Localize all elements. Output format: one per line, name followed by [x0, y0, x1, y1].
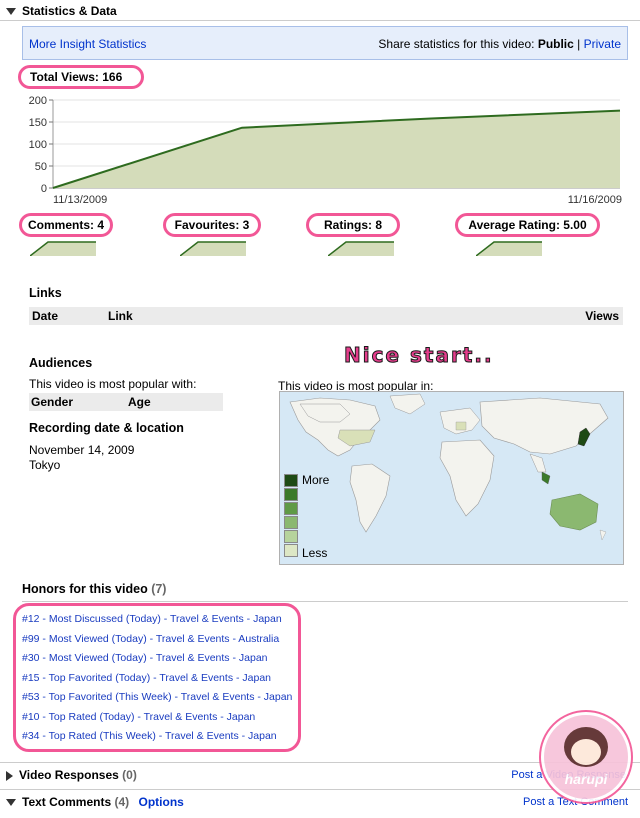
ratings-stat: Ratings: 8 [323, 218, 382, 232]
audiences-col-gender: Gender [31, 395, 74, 409]
legend-more-label: More [302, 473, 330, 487]
comments-stat: Comments: 4 [27, 218, 104, 232]
map-legend [284, 474, 298, 558]
annotation-text: Nice start.. [344, 343, 494, 368]
share-private-link[interactable]: Private [584, 37, 621, 51]
honor-link[interactable]: #53 - Top Favorited (This Week) - Travel… [22, 688, 292, 708]
legend-less-label: Less [302, 546, 328, 560]
y-tick-label: 100 [29, 139, 47, 151]
honor-link[interactable]: #15 - Top Favorited (Today) - Travel & E… [22, 669, 292, 689]
divider [0, 20, 640, 21]
collapse-triangle-icon[interactable] [6, 799, 16, 807]
share-statistics: Share statistics for this video: Public … [378, 37, 621, 51]
audiences-col-age: Age [128, 395, 151, 409]
recording-date: November 14, 2009 [29, 443, 135, 457]
text-comments-title: Text Comments [22, 795, 112, 809]
collapse-triangle-icon[interactable] [6, 8, 16, 16]
share-label: Share statistics for this video: [378, 37, 535, 51]
world-map: More Less [279, 391, 624, 565]
text-comments-count: (4) [114, 795, 130, 809]
links-col-date: Date [32, 309, 59, 323]
legend-swatch [284, 544, 298, 557]
honors-title-row: Honors for this video (7) [22, 582, 166, 596]
average-rating-stat: Average Rating: 5.00 [468, 218, 587, 232]
insight-bar: More Insight Statistics Share statistics… [22, 26, 628, 60]
audiences-table-header: Gender Age [29, 393, 223, 411]
watermark-character-face [571, 739, 601, 765]
stats-section-header[interactable]: Statistics & Data [6, 4, 117, 18]
watermark-logo: harupi [541, 712, 631, 802]
y-tick-label: 200 [29, 95, 47, 107]
links-col-link: Link [108, 309, 133, 323]
more-insight-link[interactable]: More Insight Statistics [29, 37, 146, 51]
video-responses-title: Video Responses [19, 768, 119, 782]
x-tick-label: 11/16/2009 [568, 194, 622, 206]
favourites-stat: Favourites: 3 [174, 218, 250, 232]
audiences-title: Audiences [29, 356, 93, 370]
divider [0, 789, 640, 790]
recording-location: Tokyo [29, 458, 61, 472]
y-tick-label: 0 [41, 183, 47, 195]
legend-swatch [284, 530, 298, 543]
x-tick-label: 11/13/2009 [53, 194, 107, 206]
honor-link[interactable]: #34 - Top Rated (This Week) - Travel & E… [22, 727, 292, 747]
divider [22, 601, 628, 602]
honors-list: #12 - Most Discussed (Today) - Travel & … [22, 610, 292, 747]
views-chart: 200 150 100 50 0 11/13/2009 11/16/2009 [29, 95, 622, 206]
expand-triangle-icon[interactable] [6, 770, 13, 781]
comments-sparkline [30, 241, 96, 256]
links-col-views: Views [585, 309, 619, 323]
honors-title: Honors for this video [22, 582, 148, 596]
stats-section-title: Statistics & Data [22, 4, 117, 18]
links-title: Links [29, 286, 62, 300]
text-comments-header[interactable]: Text Comments (4) Options [6, 795, 184, 809]
y-tick-label: 50 [35, 161, 47, 173]
share-public-option: Public [537, 37, 574, 51]
honor-link[interactable]: #10 - Top Rated (Today) - Travel & Event… [22, 708, 292, 728]
legend-swatch [284, 502, 298, 515]
honor-link[interactable]: #12 - Most Discussed (Today) - Travel & … [22, 610, 292, 630]
legend-swatch [284, 516, 298, 529]
video-responses-count: (0) [122, 768, 137, 782]
links-table-header: Date Link Views [29, 307, 623, 325]
recording-title: Recording date & location [29, 421, 184, 435]
audiences-popular-with: This video is most popular with: [29, 377, 197, 391]
legend-swatch [284, 488, 298, 501]
ratings-sparkline [328, 241, 394, 256]
average-rating-sparkline [476, 241, 542, 256]
favourites-sparkline [180, 241, 246, 256]
share-separator: | [577, 37, 581, 51]
honors-count: (7) [151, 582, 167, 596]
y-tick-label: 150 [29, 117, 47, 129]
watermark-text: harupi [564, 771, 608, 787]
legend-swatch [284, 474, 298, 487]
video-responses-header[interactable]: Video Responses (0) [6, 768, 137, 782]
honor-link[interactable]: #99 - Most Viewed (Today) - Travel & Eve… [22, 630, 292, 650]
total-views: Total Views: 166 [30, 70, 123, 84]
text-comments-options-link[interactable]: Options [139, 795, 184, 809]
world-map-graphic [289, 393, 609, 541]
honor-link[interactable]: #30 - Most Viewed (Today) - Travel & Eve… [22, 649, 292, 669]
